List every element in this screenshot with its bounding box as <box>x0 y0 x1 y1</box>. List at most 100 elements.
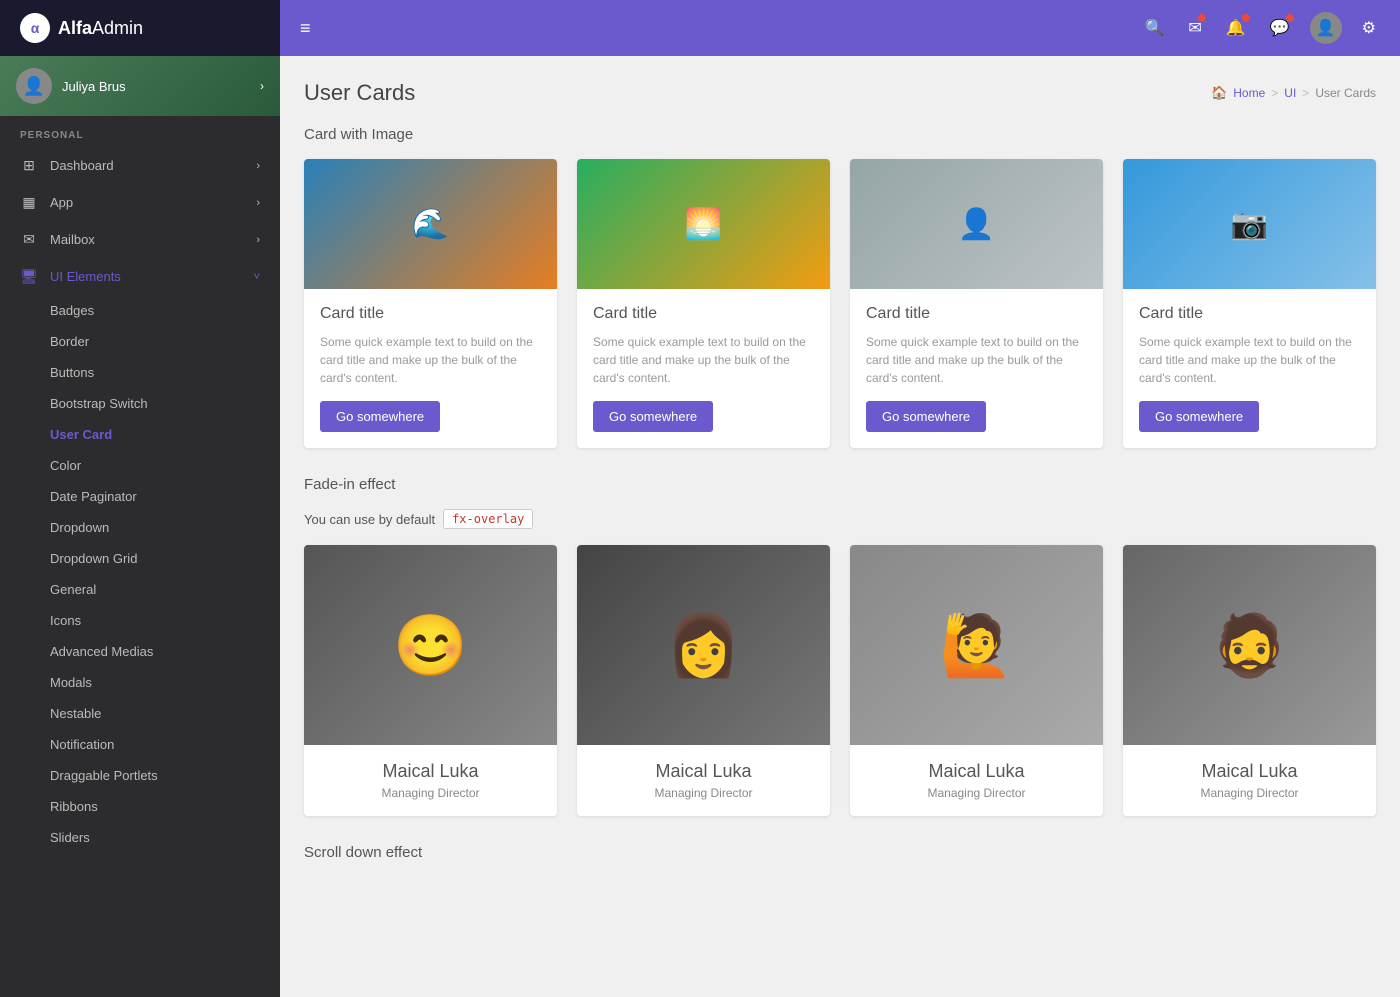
card-2: 🌅 Card title Some quick example text to … <box>577 159 830 448</box>
logo-text: AlfaAdmin <box>58 18 143 39</box>
fade-section: Fade-in effect You can use by default fx… <box>304 476 1376 816</box>
card-3: 👤 Card title Some quick example text to … <box>850 159 1103 448</box>
user-card-3-title: Managing Director <box>866 786 1087 800</box>
sidebar-sub-item-color[interactable]: Color <box>0 450 280 481</box>
sidebar-sub-item-dropdown-grid[interactable]: Dropdown Grid <box>0 543 280 574</box>
logo-icon: α <box>20 13 50 43</box>
card-3-image: 👤 <box>850 159 1103 289</box>
search-icon[interactable]: 🔍 <box>1140 14 1168 42</box>
sidebar-item-ui-elements[interactable]: 🖥 UI Elements ˅ <box>0 258 280 295</box>
card-2-image: 🌅 <box>577 159 830 289</box>
ui-elements-icon: 🖥 <box>20 268 38 285</box>
sidebar-item-label: UI Elements <box>50 269 242 284</box>
fade-section-title: Fade-in effect <box>304 476 1376 493</box>
user-cards-grid: 😊 Maical Luka Managing Director 👩 Maical… <box>304 545 1376 816</box>
card-4-image: 📷 <box>1123 159 1376 289</box>
hamburger-icon[interactable]: ≡ <box>300 18 311 39</box>
bell-icon[interactable]: 🔔 <box>1222 14 1250 42</box>
card-1-text: Some quick example text to build on the … <box>320 333 541 387</box>
breadcrumb-home-link[interactable]: Home <box>1233 86 1265 100</box>
sidebar-sub-item-date-paginator[interactable]: Date Paginator <box>0 481 280 512</box>
avatar: 👤 <box>16 68 52 104</box>
card-1-body: Card title Some quick example text to bu… <box>304 289 557 448</box>
user-card-4: 🧔 Maical Luka Managing Director <box>1123 545 1376 816</box>
settings-icon[interactable]: ⚙ <box>1358 14 1380 42</box>
chat-icon[interactable]: 💬 <box>1266 14 1294 42</box>
sidebar-item-mailbox[interactable]: ✉ Mailbox › <box>0 221 280 258</box>
mailbox-icon: ✉ <box>20 231 38 248</box>
sidebar-item-app[interactable]: ▦ App › <box>0 184 280 221</box>
user-card-4-image: 🧔 <box>1123 545 1376 745</box>
card-4: 📷 Card title Some quick example text to … <box>1123 159 1376 448</box>
sidebar-sub-item-user-card[interactable]: User Card <box>0 419 280 450</box>
card-3-text: Some quick example text to build on the … <box>866 333 1087 387</box>
user-card-2-title: Managing Director <box>593 786 814 800</box>
fade-section-desc: You can use by default fx-overlay <box>304 509 1376 529</box>
topbar: ≡ 🔍 ✉ 🔔 💬 👤 ⚙ <box>280 0 1400 56</box>
breadcrumb: 🏠 Home > UI > User Cards <box>1211 85 1376 101</box>
content-area: User Cards 🏠 Home > UI > User Cards Card… <box>280 56 1400 997</box>
sidebar-sub-item-buttons[interactable]: Buttons <box>0 357 280 388</box>
sidebar-sub-item-sliders[interactable]: Sliders <box>0 822 280 853</box>
user-card-2-image: 👩 <box>577 545 830 745</box>
sidebar-sub-item-advanced-medias[interactable]: Advanced Medias <box>0 636 280 667</box>
user-card-1: 😊 Maical Luka Managing Director <box>304 545 557 816</box>
card-3-body: Card title Some quick example text to bu… <box>850 289 1103 448</box>
user-card-2-body: Maical Luka Managing Director <box>577 745 830 816</box>
card-1: 🌊 Card title Some quick example text to … <box>304 159 557 448</box>
card-1-btn[interactable]: Go somewhere <box>320 401 440 432</box>
card-4-text: Some quick example text to build on the … <box>1139 333 1360 387</box>
user-card-1-title: Managing Director <box>320 786 541 800</box>
sidebar-section-label: PERSONAL <box>0 116 280 147</box>
breadcrumb-sep-1: > <box>1271 86 1278 100</box>
app-arrow-icon: › <box>256 197 260 209</box>
sidebar-sub-item-badges[interactable]: Badges <box>0 295 280 326</box>
user-card-3-body: Maical Luka Managing Director <box>850 745 1103 816</box>
sidebar-sub-item-icons[interactable]: Icons <box>0 605 280 636</box>
sidebar-item-dashboard[interactable]: ⊞ Dashboard › <box>0 147 280 184</box>
user-card-2-name: Maical Luka <box>593 761 814 782</box>
card-1-title: Card title <box>320 305 541 323</box>
card-4-title: Card title <box>1139 305 1360 323</box>
chat-badge <box>1286 14 1294 22</box>
sidebar-sub-item-border[interactable]: Border <box>0 326 280 357</box>
main-area: ≡ 🔍 ✉ 🔔 💬 👤 ⚙ User Cards 🏠 Home > UI <box>280 0 1400 997</box>
page-title: User Cards <box>304 80 415 106</box>
mail-icon[interactable]: ✉ <box>1184 14 1205 42</box>
mailbox-arrow-icon: › <box>256 234 260 246</box>
user-profile-arrow: › <box>260 79 264 93</box>
ui-elements-arrow-icon: ˅ <box>254 271 260 283</box>
breadcrumb-sep-2: > <box>1302 86 1309 100</box>
sidebar-sub-item-notification[interactable]: Notification <box>0 729 280 760</box>
fade-code-badge: fx-overlay <box>443 509 533 529</box>
user-card-1-image: 😊 <box>304 545 557 745</box>
sidebar-item-label: Mailbox <box>50 232 244 247</box>
cards-grid: 🌊 Card title Some quick example text to … <box>304 159 1376 448</box>
topbar-user-avatar[interactable]: 👤 <box>1310 12 1342 44</box>
card-2-btn[interactable]: Go somewhere <box>593 401 713 432</box>
sidebar-sub-item-nestable[interactable]: Nestable <box>0 698 280 729</box>
home-icon: 🏠 <box>1211 85 1227 101</box>
breadcrumb-current: User Cards <box>1315 86 1376 100</box>
user-name: Juliya Brus <box>62 79 250 94</box>
breadcrumb-ui-link[interactable]: UI <box>1284 86 1296 100</box>
sidebar-sub-item-bootstrap-switch[interactable]: Bootstrap Switch <box>0 388 280 419</box>
sidebar-sub-item-ribbons[interactable]: Ribbons <box>0 791 280 822</box>
card-4-btn[interactable]: Go somewhere <box>1139 401 1259 432</box>
sidebar-sub-item-modals[interactable]: Modals <box>0 667 280 698</box>
sidebar-sub-item-draggable-portlets[interactable]: Draggable Portlets <box>0 760 280 791</box>
scroll-section-title: Scroll down effect <box>304 844 1376 861</box>
app-icon: ▦ <box>20 194 38 211</box>
sidebar-item-label: Dashboard <box>50 158 244 173</box>
bell-badge <box>1242 14 1250 22</box>
sidebar-logo: α AlfaAdmin <box>0 0 280 56</box>
sidebar: α AlfaAdmin 👤 Juliya Brus › PERSONAL ⊞ D… <box>0 0 280 997</box>
card-1-image: 🌊 <box>304 159 557 289</box>
sidebar-sub-item-general[interactable]: General <box>0 574 280 605</box>
user-card-4-title: Managing Director <box>1139 786 1360 800</box>
page-header: User Cards 🏠 Home > UI > User Cards <box>304 80 1376 106</box>
user-profile[interactable]: 👤 Juliya Brus › <box>0 56 280 116</box>
sidebar-sub-item-dropdown[interactable]: Dropdown <box>0 512 280 543</box>
card-3-btn[interactable]: Go somewhere <box>866 401 986 432</box>
card-2-title: Card title <box>593 305 814 323</box>
